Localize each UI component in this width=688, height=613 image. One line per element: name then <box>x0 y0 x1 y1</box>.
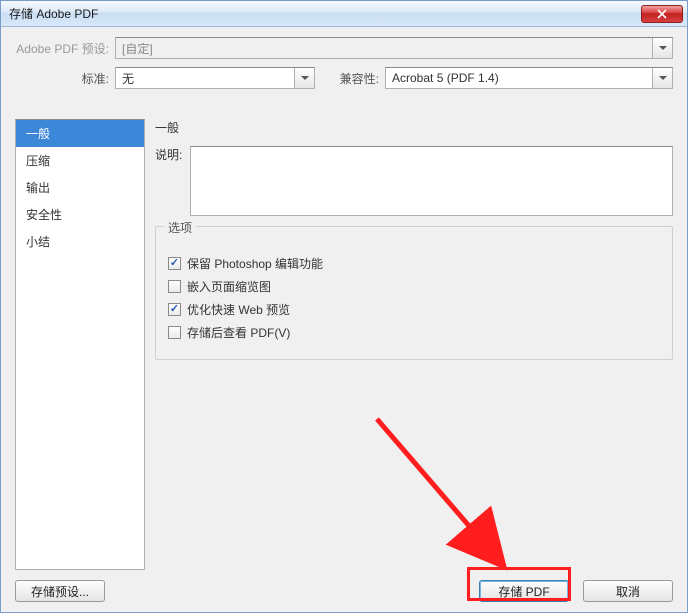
preset-value: [自定] <box>122 40 153 57</box>
chevron-down-icon <box>652 68 672 88</box>
option-preserve-editing[interactable]: 保留 Photoshop 编辑功能 <box>168 255 660 272</box>
sidebar-item-security[interactable]: 安全性 <box>16 201 144 228</box>
option-label: 保留 Photoshop 编辑功能 <box>187 255 323 272</box>
chevron-down-icon <box>294 68 314 88</box>
options-fieldset: 选项 保留 Photoshop 编辑功能 嵌入页面缩览图 优化快速 Web 预览 <box>155 226 673 360</box>
sidebar-item-label: 压缩 <box>26 154 50 168</box>
checkbox-icon <box>168 280 181 293</box>
window-title: 存储 Adobe PDF <box>9 5 98 22</box>
checkbox-icon <box>168 257 181 270</box>
bottom-bar: 存储预设... 存储 PDF 取消 <box>15 580 673 602</box>
save-pdf-button[interactable]: 存储 PDF <box>479 580 569 602</box>
sidebar-item-label: 小结 <box>26 235 50 249</box>
close-button[interactable] <box>641 5 683 23</box>
category-sidebar: 一般 压缩 输出 安全性 小结 <box>15 119 145 570</box>
standard-select[interactable]: 无 <box>115 67 315 89</box>
description-textarea[interactable] <box>190 146 673 216</box>
description-label: 说明: <box>155 146 182 163</box>
preset-row: Adobe PDF 预设: [自定] <box>15 37 673 59</box>
dialog-content: Adobe PDF 预设: [自定] 标准: 无 兼容性: Acrobat 5 … <box>1 27 687 612</box>
button-label: 取消 <box>616 583 640 600</box>
save-pdf-dialog: 存储 Adobe PDF Adobe PDF 预设: [自定] 标准: 无 兼容… <box>0 0 688 613</box>
sidebar-item-compression[interactable]: 压缩 <box>16 147 144 174</box>
main-area: 一般 压缩 输出 安全性 小结 一般 说明: <box>15 119 673 570</box>
option-label: 存储后查看 PDF(V) <box>187 324 290 341</box>
standard-compat-row: 标准: 无 兼容性: Acrobat 5 (PDF 1.4) <box>15 67 673 89</box>
preset-label: Adobe PDF 预设: <box>15 40 115 57</box>
description-row: 说明: <box>155 146 673 216</box>
close-icon <box>657 9 667 19</box>
save-preset-button[interactable]: 存储预设... <box>15 580 105 602</box>
options-legend: 选项 <box>164 219 196 236</box>
standard-value: 无 <box>122 70 134 87</box>
detail-panel: 一般 说明: 选项 保留 Photoshop 编辑功能 嵌入页面缩览图 <box>155 119 673 570</box>
titlebar: 存储 Adobe PDF <box>1 1 687 27</box>
checkbox-icon <box>168 303 181 316</box>
option-view-after-save[interactable]: 存储后查看 PDF(V) <box>168 324 660 341</box>
preset-select[interactable]: [自定] <box>115 37 673 59</box>
checkbox-icon <box>168 326 181 339</box>
sidebar-item-general[interactable]: 一般 <box>16 120 144 147</box>
button-label: 存储 PDF <box>498 583 549 600</box>
compat-label: 兼容性: <box>329 70 385 87</box>
cancel-button[interactable]: 取消 <box>583 580 673 602</box>
compat-value: Acrobat 5 (PDF 1.4) <box>392 71 499 85</box>
option-label: 嵌入页面缩览图 <box>187 278 271 295</box>
standard-label: 标准: <box>15 70 115 87</box>
button-label: 存储预设... <box>31 583 89 600</box>
sidebar-item-label: 输出 <box>26 181 50 195</box>
sidebar-item-label: 一般 <box>26 127 50 141</box>
panel-heading: 一般 <box>155 119 673 136</box>
option-embed-thumbnails[interactable]: 嵌入页面缩览图 <box>168 278 660 295</box>
chevron-down-icon <box>652 38 672 58</box>
sidebar-item-summary[interactable]: 小结 <box>16 228 144 255</box>
sidebar-item-output[interactable]: 输出 <box>16 174 144 201</box>
sidebar-item-label: 安全性 <box>26 208 62 222</box>
compat-select[interactable]: Acrobat 5 (PDF 1.4) <box>385 67 673 89</box>
option-optimize-web[interactable]: 优化快速 Web 预览 <box>168 301 660 318</box>
option-label: 优化快速 Web 预览 <box>187 301 290 318</box>
